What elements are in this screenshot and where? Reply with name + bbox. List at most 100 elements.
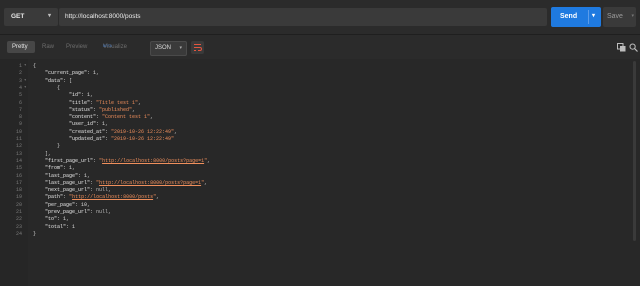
json-punct: , bbox=[204, 179, 208, 186]
send-button[interactable]: Send ▾ bbox=[551, 7, 601, 27]
json-punct: , bbox=[108, 187, 112, 194]
line-number: 12 bbox=[15, 143, 22, 150]
beta-badge: BETA bbox=[103, 44, 112, 48]
code-line: 15 "from": 1, bbox=[0, 165, 600, 172]
json-value: 1 bbox=[72, 223, 76, 230]
line-number: 4 bbox=[18, 84, 22, 91]
code-line: 3 ▾ "data": [ bbox=[0, 78, 600, 85]
tab-label: Raw bbox=[42, 44, 55, 50]
wrap-lines-button[interactable] bbox=[191, 41, 204, 54]
code-text: } bbox=[33, 231, 36, 238]
json-punct: , bbox=[87, 201, 91, 208]
line-number: 7 bbox=[18, 106, 22, 113]
code-line: 17 "last_page_url": "http://localhost:80… bbox=[0, 180, 600, 187]
tab-label: Preview bbox=[66, 44, 88, 50]
copy-icon[interactable] bbox=[617, 43, 626, 52]
json-punct: { bbox=[33, 84, 61, 91]
json-punct: , bbox=[87, 172, 91, 179]
code-line: 7 "status": "published", bbox=[0, 107, 600, 114]
fold-toggle-icon[interactable]: ▾ bbox=[24, 85, 26, 92]
json-punct: } bbox=[33, 230, 37, 237]
line-number: 5 bbox=[18, 92, 22, 99]
format-select[interactable]: JSON ▾ bbox=[150, 41, 187, 56]
code-line: 24} bbox=[0, 231, 600, 238]
code-line: 21 "prev_page_url": null, bbox=[0, 209, 600, 216]
json-key: "status" bbox=[69, 106, 94, 113]
chevron-down-icon: ▾ bbox=[47, 13, 51, 19]
code-text: { bbox=[33, 85, 60, 92]
json-value: "Content test 1" bbox=[102, 114, 151, 121]
fold-toggle-icon[interactable]: ▾ bbox=[24, 63, 26, 70]
code-line: 6 "title": "Title test 1", bbox=[0, 100, 600, 107]
wrap-lines-icon bbox=[194, 44, 202, 51]
code-text: "to": 1, bbox=[33, 216, 69, 223]
json-punct bbox=[33, 180, 45, 186]
response-toolbar bbox=[0, 35, 640, 59]
json-punct: , bbox=[108, 209, 112, 215]
chevron-down-icon[interactable]: ▾ bbox=[592, 12, 595, 19]
response-body-editor[interactable]: 1 ▾{2 "current_page": 1, 3 ▾ "data": [4 ▾ {5… bbox=[0, 59, 640, 286]
code-text: "data": [ bbox=[33, 78, 72, 85]
line-number: 17 bbox=[15, 179, 22, 186]
json-punct bbox=[33, 165, 45, 171]
code-line: 2 "current_page": 1, bbox=[0, 70, 600, 77]
tab-pretty[interactable]: Pretty bbox=[7, 41, 35, 53]
json-punct bbox=[33, 121, 69, 127]
code-line: 18 "next_page_url": null, bbox=[0, 187, 600, 194]
json-key: "path" bbox=[45, 194, 64, 201]
method-select[interactable]: GET ▾ bbox=[4, 8, 58, 26]
code-text: ], bbox=[33, 151, 51, 158]
json-punct bbox=[33, 78, 45, 84]
send-divider bbox=[588, 10, 589, 24]
code-text: "first_page_url": "http://localhost:8000… bbox=[33, 158, 210, 165]
line-number: 10 bbox=[15, 128, 22, 135]
line-number: 11 bbox=[15, 136, 22, 142]
json-punct: } bbox=[33, 143, 61, 150]
url-input[interactable]: http://localhost:8000/posts bbox=[59, 8, 547, 26]
json-punct bbox=[33, 129, 69, 135]
json-key: "created_at" bbox=[69, 128, 106, 135]
json-punct: ], bbox=[33, 150, 52, 157]
tab-raw[interactable]: Raw bbox=[40, 41, 58, 53]
json-key: "user_id" bbox=[69, 121, 97, 128]
json-key: "data" bbox=[45, 77, 64, 84]
json-punct: , bbox=[96, 70, 100, 77]
json-key: "to" bbox=[45, 216, 58, 223]
search-icon[interactable] bbox=[629, 43, 638, 52]
line-number: 6 bbox=[18, 99, 22, 106]
chevron-down-icon[interactable]: ▾ bbox=[631, 13, 634, 19]
code-line: 8 "content": "Content test 1", bbox=[0, 114, 600, 121]
json-punct: , bbox=[207, 157, 211, 164]
line-number: 15 bbox=[15, 165, 22, 172]
json-punct bbox=[33, 194, 45, 200]
line-number: 19 bbox=[15, 194, 22, 201]
tab-label: Pretty bbox=[12, 44, 28, 50]
fold-toggle-icon[interactable]: ▾ bbox=[24, 78, 26, 85]
code-line: 14 "first_page_url": "http://localhost:8… bbox=[0, 158, 600, 165]
json-punct: , bbox=[156, 194, 160, 201]
json-punct bbox=[33, 209, 45, 215]
url-value: http://localhost:8000/posts bbox=[65, 13, 141, 20]
code-text: "id": 1, bbox=[33, 92, 93, 99]
json-punct bbox=[33, 224, 45, 230]
code-text: "per_page": 10, bbox=[33, 202, 90, 209]
request-bar: GET ▾ http://localhost:8000/posts Send ▾… bbox=[0, 0, 640, 34]
line-number: 23 bbox=[15, 223, 22, 230]
json-punct bbox=[33, 173, 45, 179]
json-punct bbox=[33, 92, 69, 98]
vertical-scrollbar[interactable] bbox=[633, 61, 636, 241]
method-label: GET bbox=[11, 13, 25, 20]
tab-preview[interactable]: Preview bbox=[64, 41, 90, 53]
json-key: "content" bbox=[69, 114, 97, 121]
json-punct: , bbox=[132, 106, 136, 113]
json-key: "title" bbox=[69, 99, 91, 106]
line-number: 16 bbox=[15, 172, 22, 179]
save-button[interactable]: Save ▾ bbox=[603, 7, 636, 27]
json-key: "last_page_url" bbox=[45, 179, 91, 186]
code-line: 11 "updated_at": "2019-10-26 12:22:49" bbox=[0, 136, 600, 143]
line-number: 9 bbox=[18, 121, 22, 128]
json-punct bbox=[33, 187, 45, 193]
code-text: "total": 1 bbox=[33, 224, 75, 231]
tab-visualize[interactable]: Visualize BETA bbox=[101, 41, 147, 53]
json-punct bbox=[33, 158, 45, 164]
